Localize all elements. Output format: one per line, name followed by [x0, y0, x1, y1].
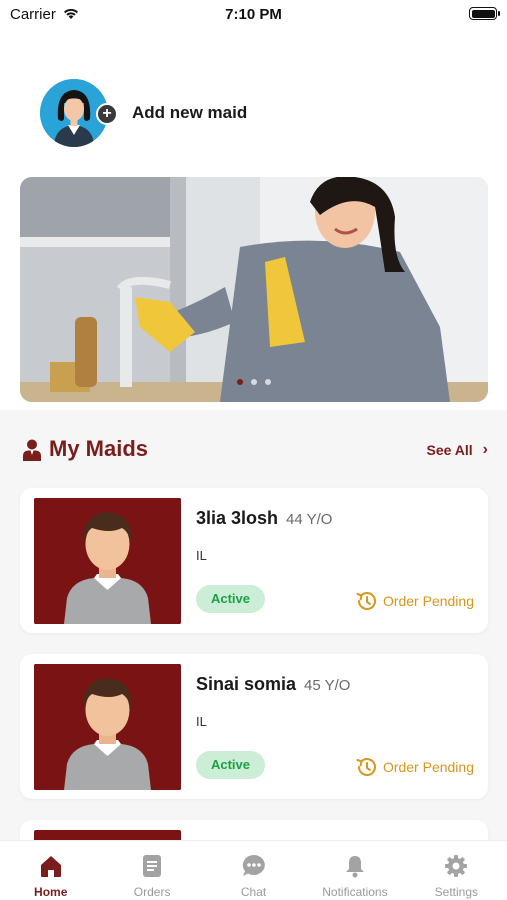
tab-settings[interactable]: Settings: [406, 841, 507, 900]
maid-photo: [34, 664, 181, 790]
maid-name-row: Sinai somia 45 Y/O: [196, 674, 350, 695]
home-icon: [40, 856, 61, 877]
male-avatar-icon: [34, 664, 181, 790]
home-screen: Carrier 7:10 PM + Add new maid My Maids …: [0, 0, 507, 900]
carousel-dot[interactable]: [265, 379, 271, 385]
add-new-maid-button[interactable]: + Add new maid: [40, 79, 247, 147]
order-status: Order Pending: [355, 590, 474, 612]
carousel-dot[interactable]: [237, 379, 243, 385]
tab-label: Notifications: [322, 885, 388, 899]
carousel-dot[interactable]: [251, 379, 257, 385]
tab-label: Orders: [133, 885, 171, 899]
section-title: My Maids: [49, 436, 149, 461]
promo-banner-carousel[interactable]: [20, 177, 488, 402]
history-icon: [356, 758, 376, 776]
tab-label: Chat: [240, 885, 267, 899]
maid-card[interactable]: Sinai somia 45 Y/O IL Active Order Pendin…: [20, 654, 488, 799]
tab-label: Settings: [434, 885, 478, 899]
orders-icon: [143, 855, 162, 877]
status-badge: Active: [196, 585, 265, 613]
maid-name: Sinai somia: [196, 674, 297, 694]
person-icon: [23, 439, 41, 461]
male-avatar-icon: [34, 498, 181, 624]
add-maid-label: Add new maid: [132, 103, 248, 122]
maid-age: 44 Y/O: [286, 511, 333, 528]
bell-icon: [345, 856, 364, 878]
maid-name-row: 3lia 3losh 44 Y/O: [196, 508, 332, 529]
banner-photo: [20, 177, 488, 402]
maid-location: IL: [196, 548, 207, 563]
order-status: Order Pending: [355, 756, 474, 778]
plus-icon: +: [96, 103, 118, 125]
my-maids-header: My Maids See All ›: [22, 436, 488, 464]
maid-age: 45 Y/O: [304, 677, 351, 694]
status-badge: Active: [196, 751, 265, 779]
maid-name: 3lia 3losh: [196, 508, 279, 528]
order-status-label: Order Pending: [382, 593, 474, 609]
maid-location: IL: [196, 714, 207, 729]
tab-home[interactable]: Home: [0, 841, 101, 900]
battery-icon: [469, 7, 500, 20]
clock: 7:10 PM: [225, 6, 282, 23]
status-bar: Carrier 7:10 PM: [0, 0, 507, 30]
gear-icon: [445, 855, 468, 877]
maid-card[interactable]: 3lia 3losh 44 Y/O IL Active Order Pending: [20, 488, 488, 633]
see-all-label: See All: [426, 442, 473, 458]
add-maid-avatar: +: [40, 79, 118, 147]
maid-photo: [34, 498, 181, 624]
tab-chat[interactable]: Chat: [203, 841, 304, 900]
chevron-right-icon: ›: [482, 441, 488, 458]
bottom-tab-bar: Home Orders Chat Notifications Settings: [0, 840, 507, 900]
tab-notifications[interactable]: Notifications: [304, 841, 405, 900]
history-icon: [356, 592, 376, 610]
chat-icon: [242, 854, 265, 876]
tab-label: Home: [34, 885, 68, 899]
carousel-dots: [20, 372, 488, 390]
order-status-label: Order Pending: [382, 759, 474, 775]
see-all-link[interactable]: See All ›: [427, 441, 489, 459]
tab-orders[interactable]: Orders: [101, 841, 202, 900]
